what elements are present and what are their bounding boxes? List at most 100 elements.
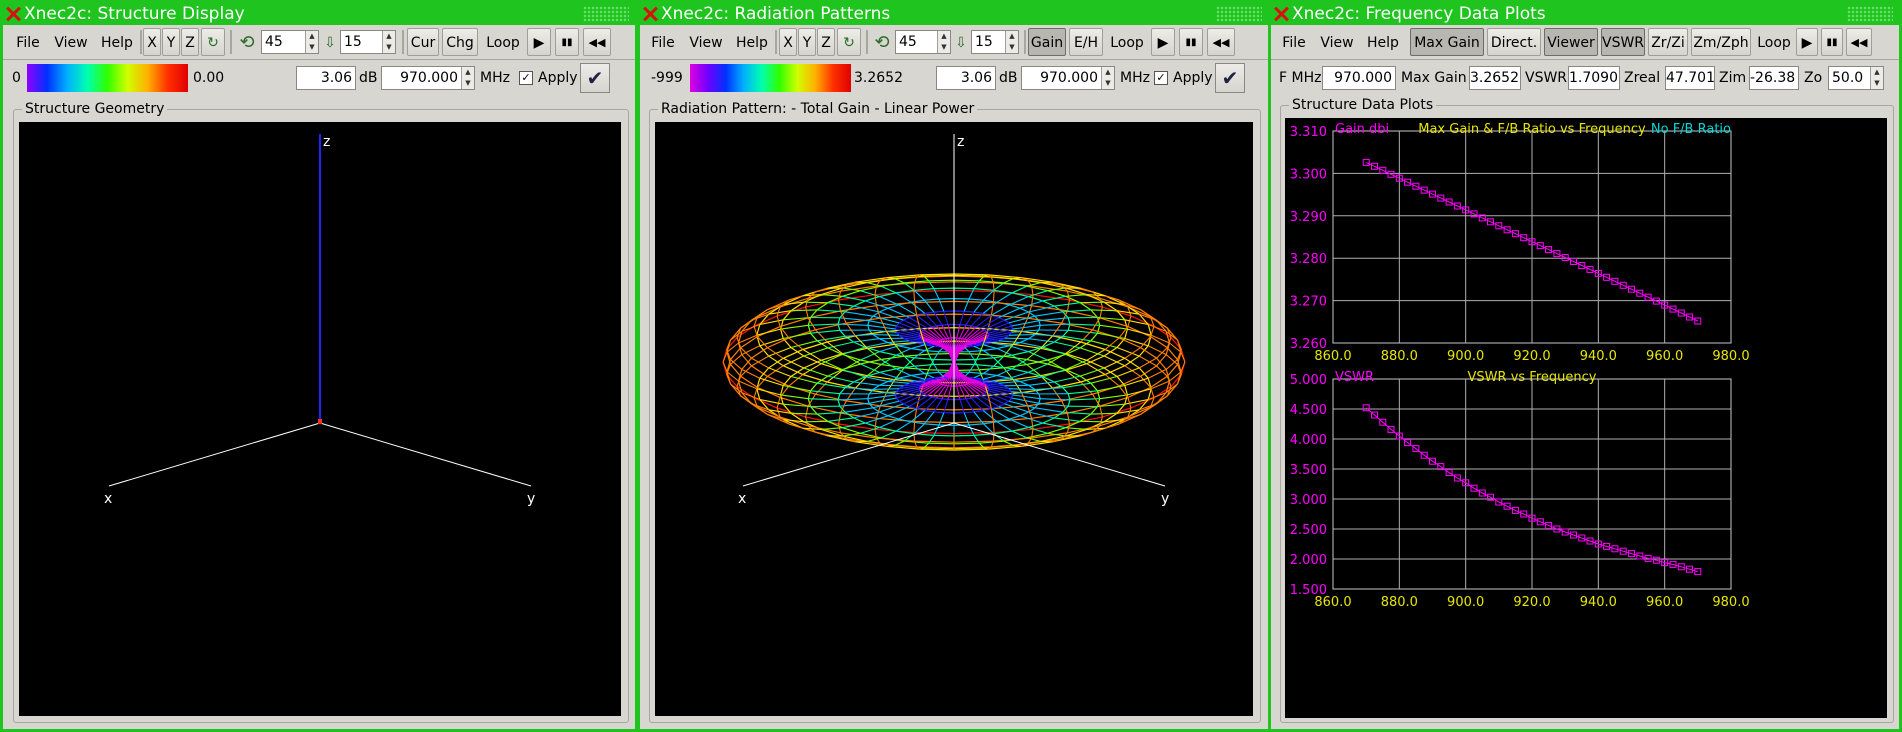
rewind-icon[interactable]: ◀◀: [1207, 28, 1235, 56]
scale-max: 3.2652: [854, 70, 903, 86]
apply-checkbox[interactable]: ✓ Apply: [1154, 66, 1213, 90]
spin-arrows-icon[interactable]: ▲ ▼: [382, 31, 395, 53]
redraw-icon[interactable]: ↻: [837, 28, 861, 56]
x-axis-label: x: [738, 491, 746, 507]
pause-icon[interactable]: ▮▮: [1179, 28, 1203, 56]
menu-file[interactable]: File: [11, 28, 45, 56]
menu-file[interactable]: File: [1277, 28, 1311, 56]
y-axis-label: y: [527, 491, 535, 507]
pattern-meridian: [933, 288, 940, 300]
menu-view[interactable]: View: [1317, 28, 1357, 56]
rewind-icon[interactable]: ◀◀: [1846, 28, 1872, 56]
incline-spinbox[interactable]: 15 ▲ ▼: [971, 30, 1019, 54]
maxgain-field[interactable]: 3.2652: [1469, 66, 1521, 90]
pattern-meridian: [1009, 295, 1029, 306]
frequency-spinbox[interactable]: 970.000 ▲ ▼: [381, 66, 475, 90]
pattern-meridian: [963, 412, 970, 426]
pattern-meridian: [756, 328, 781, 336]
axis-x-button[interactable]: X: [143, 28, 161, 56]
pattern-meridian: [810, 329, 840, 334]
structure-titlebar[interactable]: Xnec2c: Structure Display: [3, 3, 635, 25]
pattern-meridian: [894, 278, 905, 284]
zim-field[interactable]: -26.38: [1749, 66, 1799, 90]
axis-y-button[interactable]: Y: [162, 28, 180, 56]
menu-view[interactable]: View: [686, 28, 726, 56]
close-icon[interactable]: [1273, 6, 1289, 22]
separator: [775, 30, 777, 54]
structure-canvas[interactable]: z x y: [19, 122, 621, 716]
pattern-meridian: [968, 288, 975, 300]
vswr-field[interactable]: 1.7090: [1568, 66, 1620, 90]
radiation-canvas[interactable]: z x y: [655, 122, 1253, 716]
db-field[interactable]: 3.06: [296, 66, 356, 90]
eh-button[interactable]: E/H: [1069, 28, 1103, 56]
axis-z-button[interactable]: Z: [181, 28, 199, 56]
vswr-button[interactable]: VSWR: [1601, 28, 1645, 56]
pattern-meridian: [959, 399, 965, 413]
zr-zi-button[interactable]: Zr/Zi: [1648, 28, 1688, 56]
rotate-spinbox[interactable]: 45 ▲ ▼: [895, 30, 951, 54]
max-gain-button[interactable]: Max Gain: [1410, 28, 1484, 56]
menu-help[interactable]: Help: [732, 28, 772, 56]
zo-spinbox[interactable]: 50.0 ▲ ▼: [1828, 66, 1884, 90]
menu-view[interactable]: View: [51, 28, 91, 56]
apply-check-icon[interactable]: ✔: [580, 63, 610, 93]
plots-canvas[interactable]: 860.0 880.0 900.0 920.0 940.0 960.0 980.0 3.310…: [1285, 118, 1887, 718]
zreal-field[interactable]: 47.701: [1665, 66, 1715, 90]
pause-icon[interactable]: ▮▮: [1821, 28, 1843, 56]
rotate-spinbox[interactable]: 45 ▲ ▼: [261, 30, 319, 54]
spin-arrows-icon[interactable]: ▲ ▼: [461, 67, 474, 89]
menu-file[interactable]: File: [646, 28, 680, 56]
play-icon[interactable]: ▶: [1151, 28, 1175, 56]
spin-arrows-icon[interactable]: ▲ ▼: [1870, 67, 1883, 89]
spin-arrows-icon[interactable]: ▲ ▼: [937, 31, 950, 53]
pattern-meridian: [1116, 346, 1140, 357]
close-icon[interactable]: [5, 6, 21, 22]
db-field[interactable]: 3.06: [936, 66, 996, 90]
frequency-spinbox[interactable]: 970.000 ▲ ▼: [1021, 66, 1115, 90]
pattern-meridian: [993, 282, 1005, 291]
spin-arrows-icon[interactable]: ▲ ▼: [1005, 31, 1018, 53]
apply-check-icon[interactable]: ✔: [1215, 63, 1245, 93]
spin-arrows-icon[interactable]: ▲ ▼: [305, 31, 318, 53]
pattern-meridian: [1008, 333, 1036, 336]
pattern-meridian: [880, 354, 897, 365]
pattern-meridian: [838, 299, 842, 311]
play-icon[interactable]: ▶: [1796, 28, 1818, 56]
pattern-meridian: [1147, 368, 1167, 379]
pattern-meridian: [914, 302, 918, 316]
apply-checkbox[interactable]: ✓ Apply: [519, 66, 578, 90]
zm-zph-button[interactable]: Zm/Zph: [1691, 28, 1751, 56]
incline-spinbox[interactable]: 15 ▲ ▼: [340, 30, 396, 54]
pattern-meridian: [968, 424, 975, 436]
menu-help[interactable]: Help: [97, 28, 137, 56]
redraw-icon[interactable]: ↻: [201, 28, 225, 56]
currents-button[interactable]: Cur: [407, 28, 439, 56]
frequency-titlebar[interactable]: Xnec2c: Frequency Data Plots: [1271, 3, 1899, 25]
spin-arrows-icon[interactable]: ▲ ▼: [1101, 67, 1114, 89]
rewind-icon[interactable]: ◀◀: [583, 28, 611, 56]
pattern-meridian: [730, 359, 743, 370]
play-icon[interactable]: ▶: [527, 28, 551, 56]
axis-z-button[interactable]: Z: [817, 28, 835, 56]
checkbox-check-icon[interactable]: ✓: [1154, 71, 1168, 85]
pattern-meridian: [913, 291, 916, 303]
checkbox-check-icon[interactable]: ✓: [519, 71, 533, 85]
axis-y-button[interactable]: Y: [798, 28, 816, 56]
directivity-button[interactable]: Direct.: [1487, 28, 1541, 56]
y-tick-label: 3.270: [1290, 295, 1327, 310]
z-axis-label: z: [323, 134, 330, 150]
pattern-meridian: [933, 351, 940, 360]
axis-x-button[interactable]: X: [779, 28, 797, 56]
window-title: Xnec2c: Radiation Patterns: [661, 4, 891, 24]
charges-button[interactable]: Chg: [442, 28, 478, 56]
menu-help[interactable]: Help: [1363, 28, 1403, 56]
gain-button[interactable]: Gain: [1028, 28, 1066, 56]
close-icon[interactable]: [642, 6, 658, 22]
viewer-button[interactable]: Viewer: [1544, 28, 1598, 56]
pattern-meridian: [756, 388, 781, 396]
radiation-titlebar[interactable]: Xnec2c: Radiation Patterns: [640, 3, 1268, 25]
pause-icon[interactable]: ▮▮: [555, 28, 579, 56]
y-axis: [319, 422, 532, 487]
fmhz-field[interactable]: 970.000: [1322, 66, 1396, 90]
